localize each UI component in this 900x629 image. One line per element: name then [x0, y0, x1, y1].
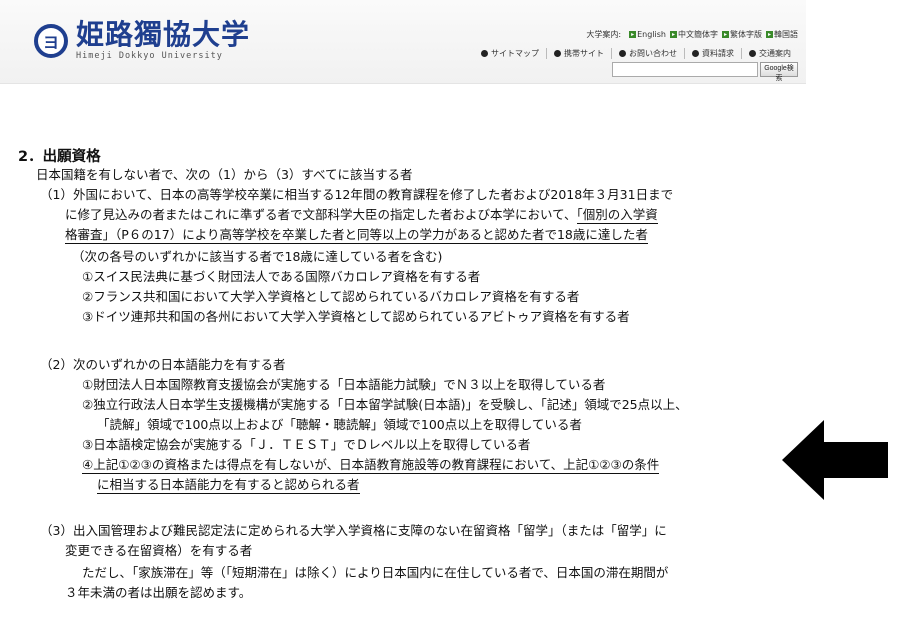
google-search-button[interactable]: Google検索 — [760, 62, 798, 82]
s3-line-1: （3）出入国管理および難民認定法に定められる大学入学資格に支障のない在留資格「留… — [40, 523, 667, 538]
s3-line-4: ３年未満の者は出願を認めます。 — [65, 585, 252, 600]
s1-item-3: ③ドイツ連邦共和国の各州において大学入学資格として認められているアビトゥア資格を… — [82, 309, 630, 324]
nav-mobile-site[interactable]: 携帯サイト — [546, 48, 611, 59]
s3-line-2: 変更できる在留資格）を有する者 — [65, 543, 253, 558]
individual-review-link-cont[interactable]: 格審査」 — [65, 227, 116, 244]
bullet-icon — [619, 50, 626, 57]
s2-item-4-cont: に相当する日本語能力を有すると認められる者 — [97, 477, 360, 494]
language-label: 大学案内: — [586, 30, 622, 39]
utility-nav: サイトマップ 携帯サイト お問い合わせ 資料請求 交通案内 — [474, 48, 798, 59]
arrow-left-icon — [782, 420, 888, 500]
s2-item-4: ④上記①②③の資格または得点を有しないが、日本語教育施設等の教育課程において、上… — [82, 457, 660, 474]
lang-link-chinese-traditional[interactable]: ▸ 繁体字版 — [722, 29, 762, 40]
bullet-icon — [692, 50, 699, 57]
nav-contact[interactable]: お問い合わせ — [611, 48, 684, 59]
intro-text: 日本国籍を有しない者で、次の（1）から（3）すべてに該当する者 — [36, 167, 413, 182]
lang-link-chinese-simplified[interactable]: ▸ 中文簡体字 — [670, 29, 718, 40]
s1-line-3: 格審査」（P６の17）により高等学校を卒業した者と同等以上の学力があると認めた者… — [65, 227, 648, 244]
individual-review-link[interactable]: 「個別の入学資 — [576, 207, 658, 224]
university-emblem-icon: ヨ — [34, 23, 68, 58]
s2-item-1: ①財団法人日本国際教育支援協会が実施する「日本語能力試験」でＮ３以上を取得してい… — [82, 377, 606, 392]
search-input[interactable] — [612, 62, 758, 77]
site-header: ヨ 姫路獨協大学 Himeji Dokkyo University 大学案内: … — [0, 0, 806, 84]
s2-line-1: （2）次のいずれかの日本語能力を有する者 — [40, 357, 286, 372]
s2-item-2-cont: 「読解」領域で100点以上および「聴解・聴読解」領域で100点以上を取得している… — [97, 417, 582, 432]
s1-line-1: （1）外国において、日本の高等学校卒業に相当する12年間の教育課程を修了した者お… — [40, 187, 674, 202]
nav-request-materials[interactable]: 資料請求 — [684, 48, 741, 59]
arrow-right-icon: ▸ — [722, 31, 729, 38]
section-title: 2．出願資格 — [18, 149, 101, 165]
bullet-icon — [554, 50, 561, 57]
s2-item-3: ③日本語検定協会が実施する「Ｊ．ＴＥＳＴ」でＤレベル以上を取得している者 — [82, 437, 531, 452]
s1-item-2: ②フランス共和国において大学入学資格として認められているバカロレア資格を有する者 — [82, 289, 580, 304]
s1-line-2: に修了見込みの者またはこれに準ずる者で文部科学大臣の指定した者および本学において… — [65, 207, 658, 224]
bullet-icon — [481, 50, 488, 57]
university-logo[interactable]: ヨ 姫路獨協大学 Himeji Dokkyo University — [34, 20, 250, 61]
s2-item-2: ②独立行政法人日本学生支援機構が実施する「日本留学試験(日本語)」を受験し、「記… — [82, 397, 688, 412]
arrow-right-icon: ▸ — [670, 31, 677, 38]
s3-line-3: ただし、「家族滞在」等（「短期滞在」は除く）により日本国内に在住している者で、日… — [82, 565, 669, 580]
logo-japanese-name: 姫路獨協大学 — [76, 18, 251, 51]
lang-link-english[interactable]: ▸ English — [629, 30, 666, 39]
lang-link-korean[interactable]: ▸ 韓国語 — [766, 29, 798, 40]
bullet-icon — [749, 50, 756, 57]
arrow-right-icon: ▸ — [629, 31, 637, 38]
s1-line-4: （次の各号のいずれかに該当する者で18歳に達している者を含む) — [72, 249, 443, 264]
nav-sitemap[interactable]: サイトマップ — [474, 48, 546, 59]
search-area: Google検索 — [612, 62, 798, 82]
arrow-right-icon: ▸ — [766, 31, 773, 38]
logo-english-name: Himeji Dokkyo University — [76, 51, 223, 61]
s1-item-1: ①スイス民法典に基づく財団法人である国際バカロレア資格を有する者 — [82, 269, 481, 284]
nav-access[interactable]: 交通案内 — [741, 48, 798, 59]
language-bar: 大学案内: ▸ English ▸ 中文簡体字 ▸ 繁体字版 ▸ 韓国語 — [586, 29, 798, 40]
